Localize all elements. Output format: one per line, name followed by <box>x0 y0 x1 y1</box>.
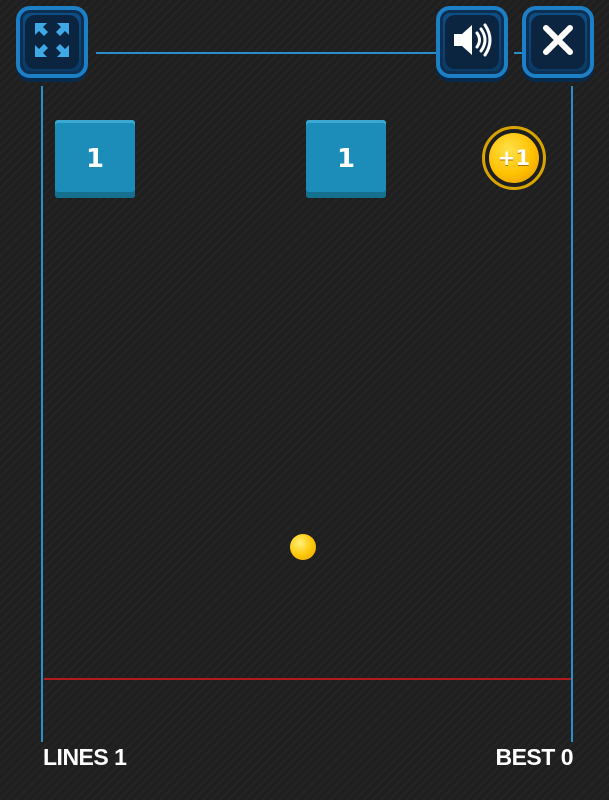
speaker-icon <box>450 20 494 64</box>
brick-hit-count: 1 <box>85 144 105 174</box>
brick-hit-count: 1 <box>336 144 356 174</box>
game-stage[interactable]: 1 1 +1 LINES 1 BEST 0 <box>0 0 609 800</box>
brick: 1 <box>306 120 386 198</box>
close-icon <box>540 22 576 62</box>
right-wall <box>571 86 573 742</box>
danger-line <box>44 678 571 680</box>
bonus-label: +1 <box>497 146 531 170</box>
ball <box>290 534 316 560</box>
fullscreen-icon <box>32 20 72 64</box>
coin-icon: +1 <box>489 133 539 183</box>
fullscreen-button[interactable] <box>16 6 88 78</box>
brick: 1 <box>55 120 135 198</box>
top-wall <box>96 52 436 54</box>
extra-ball-pickup: +1 <box>482 126 546 190</box>
lines-counter: LINES 1 <box>43 744 127 770</box>
left-wall <box>41 86 43 742</box>
best-score: BEST 0 <box>495 744 573 770</box>
close-button[interactable] <box>522 6 594 78</box>
sound-toggle-button[interactable] <box>436 6 508 78</box>
